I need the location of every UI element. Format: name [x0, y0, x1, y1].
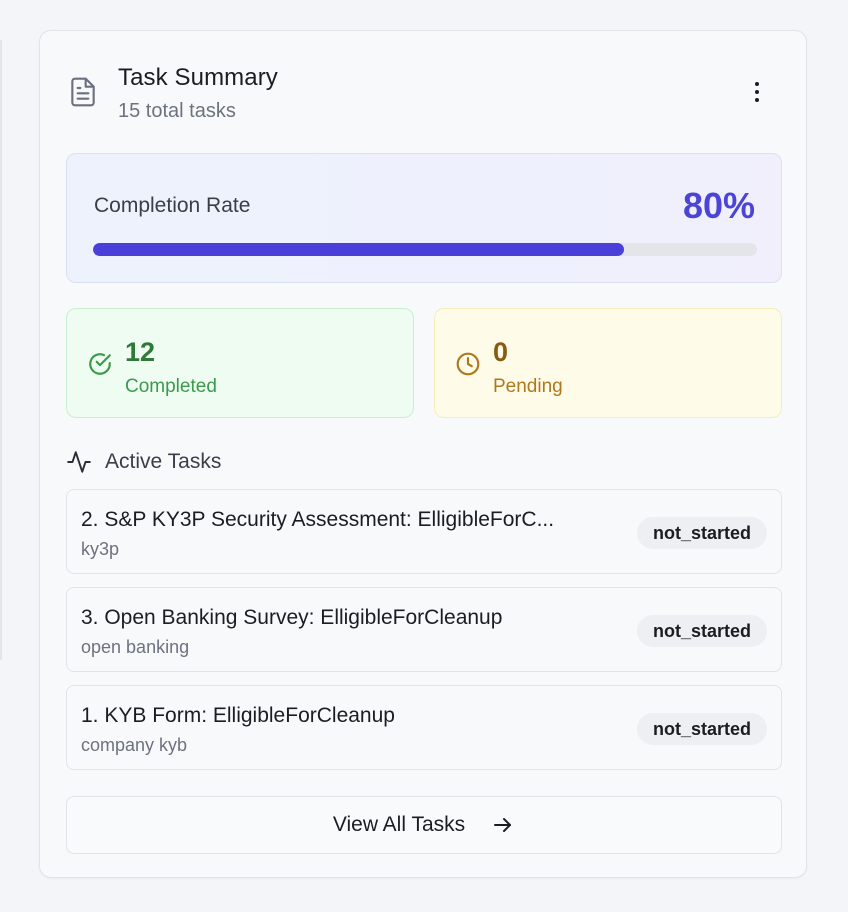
- pending-count: 0: [493, 337, 509, 367]
- completion-progress-bar: [93, 243, 757, 256]
- card-header: Task Summary 15 total tasks: [40, 31, 806, 141]
- task-name: 2. S&P KY3P Security Assessment: Elligib…: [81, 508, 555, 531]
- more-options-button[interactable]: [740, 75, 774, 109]
- completion-rate-panel: Completion Rate 80%: [66, 153, 782, 283]
- view-all-tasks-button[interactable]: View All Tasks: [66, 796, 782, 854]
- view-all-tasks-label: View All Tasks: [332, 813, 466, 836]
- task-status-badge: not_started: [636, 517, 767, 549]
- more-vertical-icon: [755, 82, 759, 86]
- total-tasks-count: 15 total tasks: [118, 100, 236, 122]
- check-circle-icon: [89, 353, 111, 375]
- pending-label: Pending: [493, 376, 563, 397]
- task-status-badge: not_started: [636, 713, 767, 745]
- completed-stat-card: 12 Completed: [66, 308, 414, 418]
- clock-icon: [456, 352, 480, 376]
- arrow-right-icon: [494, 818, 512, 832]
- task-name: 3. Open Banking Survey: ElligibleForClea…: [81, 606, 503, 629]
- task-row[interactable]: 1. KYB Form: ElligibleForCleanup company…: [66, 685, 782, 770]
- completion-rate-label: Completion Rate: [94, 194, 251, 217]
- task-row[interactable]: 2. S&P KY3P Security Assessment: Elligib…: [66, 489, 782, 574]
- completion-rate-value: 80%: [682, 185, 755, 226]
- adjacent-panel-edge: [0, 40, 2, 660]
- task-type: open banking: [81, 637, 190, 657]
- task-type: company kyb: [81, 735, 188, 755]
- completed-count: 12: [125, 337, 156, 367]
- more-vertical-icon-dot: [755, 90, 759, 94]
- pending-stat-card: 0 Pending: [434, 308, 782, 418]
- more-vertical-icon-dot: [755, 98, 759, 102]
- file-text-icon: [71, 77, 95, 107]
- task-row[interactable]: 3. Open Banking Survey: ElligibleForClea…: [66, 587, 782, 672]
- task-summary-card: Task Summary 15 total tasks Completion R…: [39, 30, 807, 878]
- completion-progress-fill: [93, 243, 625, 256]
- task-status-badge: not_started: [636, 615, 767, 647]
- activity-icon: [67, 451, 91, 473]
- task-type: ky3p: [81, 539, 120, 559]
- task-name: 1. KYB Form: ElligibleForCleanup: [81, 704, 395, 727]
- completed-label: Completed: [125, 376, 217, 397]
- card-title: Task Summary: [118, 64, 278, 91]
- active-tasks-title: Active Tasks: [105, 450, 222, 473]
